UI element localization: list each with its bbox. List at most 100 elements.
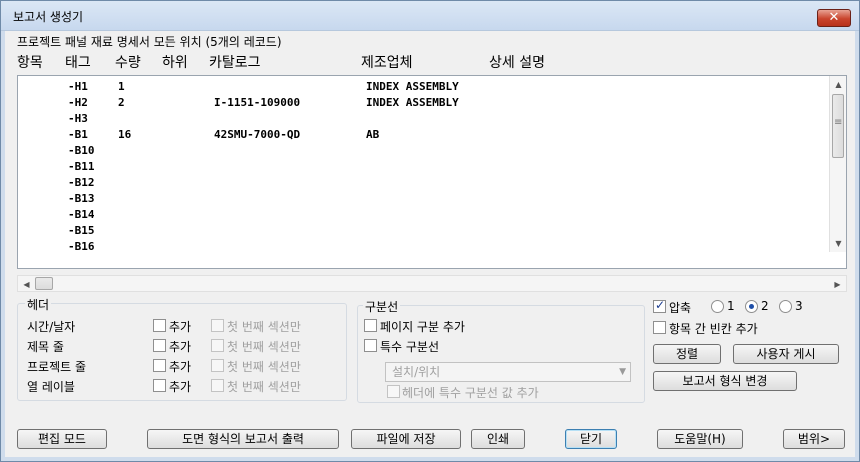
cell-mfr: AB	[366, 128, 380, 141]
list-item[interactable]: -H1 1 INDEX ASSEMBLY	[18, 79, 830, 95]
header-datetime-first-checkbox[interactable]	[211, 319, 224, 332]
special-separator-label: 특수 구분선	[380, 340, 440, 354]
close-window-button[interactable]: ✕	[817, 9, 851, 27]
compress-radio-2[interactable]	[745, 300, 758, 313]
blank-line-checkbox[interactable]	[653, 321, 666, 334]
column-header-manufacturer[interactable]: 제조업체	[361, 52, 413, 72]
close-button[interactable]: 닫기	[565, 429, 617, 449]
user-post-button[interactable]: 사용자 게시	[733, 344, 839, 364]
header-column-label-add-checkbox[interactable]	[153, 379, 166, 392]
radio-label-1: 1	[727, 299, 735, 313]
page-break-label: 페이지 구분 추가	[380, 320, 465, 334]
cell-tag: -B13	[68, 192, 95, 205]
list-item[interactable]: -B1 16 42SMU-7000-QD AB	[18, 127, 830, 143]
cell-qty: 2	[118, 96, 125, 109]
checkbox-label: 추가	[169, 320, 192, 334]
close-icon: ✕	[828, 10, 840, 25]
edit-mode-button[interactable]: 편집 모드	[17, 429, 107, 449]
column-header-description[interactable]: 상세 설명	[489, 52, 545, 72]
scroll-up-arrow-icon[interactable]: ▲	[830, 76, 847, 93]
special-separator-checkbox[interactable]	[364, 339, 377, 352]
cell-mfr: INDEX ASSEMBLY	[366, 80, 459, 93]
checkbox-label: 첫 번째 섹션만	[227, 320, 301, 334]
window-title: 보고서 생성기	[13, 10, 84, 24]
checkbox-label: 첫 번째 섹션만	[227, 340, 301, 354]
separator-group-title: 구분선	[363, 298, 401, 315]
blank-line-label: 항목 간 빈칸 추가	[669, 322, 758, 336]
header-datetime-add-checkbox[interactable]	[153, 319, 166, 332]
header-row-label: 시간/날자	[27, 320, 76, 334]
checkbox-label: 첫 번째 섹션만	[227, 360, 301, 374]
cell-tag: -B15	[68, 224, 95, 237]
compress-radio-3[interactable]	[779, 300, 792, 313]
scroll-down-arrow-icon[interactable]: ▼	[830, 235, 847, 252]
header-column-label-first-checkbox[interactable]	[211, 379, 224, 392]
cell-catalog: 42SMU-7000-QD	[214, 128, 301, 141]
horizontal-scroll-thumb[interactable]	[35, 277, 53, 290]
list-item[interactable]: -B15	[18, 223, 830, 239]
header-row-label: 프로젝트 줄	[27, 360, 87, 374]
cell-tag: -H2	[68, 96, 88, 109]
list-item[interactable]: -B12	[18, 175, 830, 191]
cell-qty: 16	[118, 128, 132, 141]
drawing-report-output-button[interactable]: 도면 형식의 보고서 출력	[147, 429, 339, 449]
column-header-tag[interactable]: 태그	[65, 52, 91, 72]
separator-select-value: 설치/위치	[392, 365, 441, 379]
header-group-title: 헤더	[25, 296, 52, 313]
column-header-item[interactable]: 항목	[17, 52, 43, 72]
cell-qty: 1	[118, 80, 125, 93]
page-break-checkbox[interactable]	[364, 319, 377, 332]
list-item[interactable]: -H2 2 I-1151-109000 INDEX ASSEMBLY	[18, 95, 830, 111]
vertical-scroll-thumb[interactable]	[832, 94, 844, 158]
column-header-qty[interactable]: 수량	[115, 52, 141, 72]
list-item[interactable]: -B16	[18, 239, 830, 252]
cell-tag: -H1	[68, 80, 88, 93]
report-generator-dialog: 보고서 생성기 ✕ 프로젝트 패널 재료 명세서 모든 위치 (5개의 레코드)…	[0, 0, 860, 462]
cell-tag: -B12	[68, 176, 95, 189]
sort-button[interactable]: 정렬	[653, 344, 721, 364]
scroll-left-arrow-icon[interactable]: ◀	[18, 276, 35, 293]
compress-radio-1[interactable]	[711, 300, 724, 313]
list-item[interactable]: -H3	[18, 111, 830, 127]
report-list[interactable]: -H1 1 INDEX ASSEMBLY -H2 2 I-1151-109000 INDEX…	[17, 75, 847, 269]
radio-label-2: 2	[761, 299, 769, 313]
checkbox-label: 추가	[169, 380, 192, 394]
list-item[interactable]: -B10	[18, 143, 830, 159]
column-header-catalog[interactable]: 카탈로그	[209, 52, 261, 72]
header-row-label: 제목 줄	[27, 340, 64, 354]
range-button[interactable]: 범위>	[783, 429, 845, 449]
cell-tag: -H3	[68, 112, 88, 125]
compress-checkbox[interactable]	[653, 298, 666, 313]
checkbox-label: 추가	[169, 340, 192, 354]
cell-tag: -B14	[68, 208, 95, 221]
change-report-format-button[interactable]: 보고서 형식 변경	[653, 371, 797, 391]
horizontal-scrollbar[interactable]: ◀ ▶	[17, 275, 847, 292]
checkbox-label: 추가	[169, 360, 192, 374]
title-bar: 보고서 생성기 ✕	[1, 1, 859, 31]
header-title-first-checkbox[interactable]	[211, 339, 224, 352]
cell-tag: -B1	[68, 128, 88, 141]
print-button[interactable]: 인쇄	[471, 429, 525, 449]
header-project-first-checkbox[interactable]	[211, 359, 224, 372]
chevron-down-icon: ▼	[619, 367, 626, 377]
scroll-right-arrow-icon[interactable]: ▶	[829, 276, 846, 293]
checkbox-label: 첫 번째 섹션만	[227, 380, 301, 394]
compress-label: 압축	[669, 301, 692, 315]
help-button[interactable]: 도움말(H)	[657, 429, 743, 449]
vertical-scrollbar[interactable]: ▲ ▼	[829, 76, 846, 252]
save-to-file-button[interactable]: 파일에 저장	[351, 429, 461, 449]
column-header-sub[interactable]: 하위	[162, 52, 188, 72]
report-subtitle: 프로젝트 패널 재료 명세서 모든 위치 (5개의 레코드)	[17, 35, 282, 49]
list-item[interactable]: -B14	[18, 207, 830, 223]
cell-tag: -B16	[68, 240, 95, 252]
list-item[interactable]: -B13	[18, 191, 830, 207]
header-project-add-checkbox[interactable]	[153, 359, 166, 372]
header-title-add-checkbox[interactable]	[153, 339, 166, 352]
header-special-value-checkbox[interactable]	[387, 385, 400, 398]
cell-catalog: I-1151-109000	[214, 96, 301, 109]
cell-tag: -B11	[68, 160, 95, 173]
report-rows: -H1 1 INDEX ASSEMBLY -H2 2 I-1151-109000 INDEX…	[18, 76, 830, 252]
list-item[interactable]: -B11	[18, 159, 830, 175]
header-row-label: 열 레이블	[27, 380, 75, 394]
separator-select[interactable]: 설치/위치 ▼	[385, 362, 631, 382]
